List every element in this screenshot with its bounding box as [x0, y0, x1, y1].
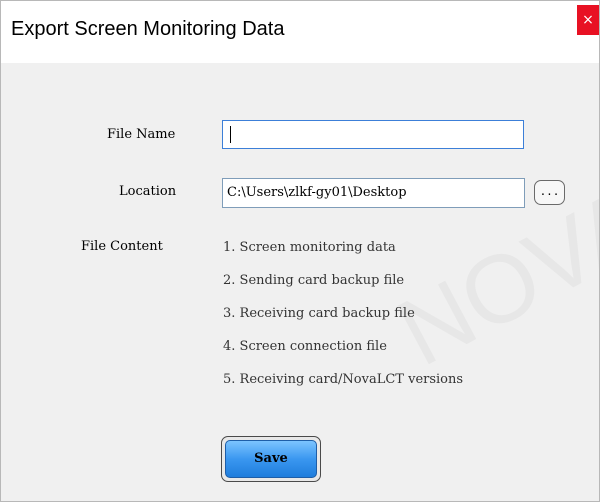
list-item: 4. Screen connection file [223, 339, 387, 354]
location-label: Location [119, 184, 177, 199]
browse-button[interactable]: ... [534, 180, 565, 205]
export-dialog: Export Screen Monitoring Data × NOVASTAR… [0, 0, 600, 502]
save-button-label: Save [225, 440, 317, 478]
file-content-list: 1. Screen monitoring data 2. Sending car… [223, 238, 463, 403]
list-item: 1. Screen monitoring data [223, 240, 396, 255]
close-button[interactable]: × [577, 5, 599, 35]
close-icon: × [582, 12, 594, 28]
list-item: 5. Receiving card/NovaLCT versions [223, 372, 464, 387]
list-item: 3. Receiving card backup file [223, 306, 415, 321]
file-name-input[interactable] [222, 120, 524, 149]
save-button[interactable]: Save [221, 436, 321, 482]
dialog-title: Export Screen Monitoring Data [11, 18, 285, 40]
file-content-label: File Content [81, 239, 163, 254]
location-input[interactable]: C:\Users\zlkf-gy01\Desktop [222, 178, 525, 208]
title-bar: Export Screen Monitoring Data × [1, 1, 599, 63]
list-item: 2. Sending card backup file [223, 273, 405, 288]
text-caret [230, 126, 231, 143]
file-name-label: File Name [107, 127, 176, 142]
